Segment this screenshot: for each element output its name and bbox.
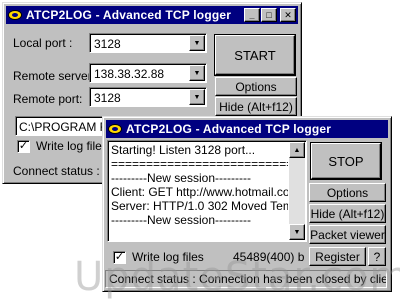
checkbox-box[interactable]: ✓ <box>17 139 30 153</box>
chevron-down-icon[interactable]: ▼ <box>189 65 205 81</box>
scroll-up-icon[interactable]: ▲ <box>289 142 305 158</box>
log-line: ---------New session--------- <box>111 171 251 185</box>
remote-port-value: 3128 <box>94 91 121 105</box>
back-write-log-checkbox[interactable]: ✓ Write log files <box>17 139 108 153</box>
chevron-down-icon[interactable]: ▼ <box>189 35 205 51</box>
window-title: ATCP2LOG - Advanced TCP logger <box>26 8 232 22</box>
connect-status-label: Connect status : <box>13 164 100 178</box>
log-scrollbar[interactable]: ▲ ▼ <box>289 142 305 240</box>
remote-port-combo[interactable]: 3128 ▼ <box>89 87 207 107</box>
log-lines: Starting! Listen 3128 port... ===========… <box>111 143 288 227</box>
scroll-down-icon[interactable]: ▼ <box>289 224 305 240</box>
maximize-button[interactable]: □ <box>261 8 277 22</box>
remote-server-label: Remote server: <box>13 69 96 83</box>
app-icon <box>108 122 122 136</box>
front-window-titlebar[interactable]: ATCP2LOG - Advanced TCP logger <box>106 120 388 138</box>
back-window-titlebar[interactable]: ATCP2LOG - Advanced TCP logger _ □ ✕ <box>6 6 298 24</box>
log-path-field[interactable]: C:\PROGRAM FI <box>15 116 107 136</box>
stop-button[interactable]: STOP <box>310 142 382 180</box>
local-port-combo[interactable]: 3128 ▼ <box>89 33 207 53</box>
packet-viewer-button[interactable]: Packet viewer <box>309 225 386 244</box>
remote-port-label: Remote port: <box>13 92 83 106</box>
remote-server-value: 138.38.32.88 <box>94 67 165 81</box>
minimize-button[interactable]: _ <box>244 8 260 22</box>
log-line: Starting! Listen 3128 port... <box>111 143 256 157</box>
back-hide-button[interactable]: Hide (Alt+f12) <box>215 97 297 116</box>
log-line: ========================== <box>111 157 288 171</box>
log-path-value: C:\PROGRAM FI <box>19 120 107 134</box>
chevron-down-icon[interactable]: ▼ <box>189 89 205 105</box>
app-icon <box>8 8 22 22</box>
close-button[interactable]: ✕ <box>280 8 296 22</box>
remote-server-combo[interactable]: 138.38.32.88 ▼ <box>89 63 207 83</box>
log-line: ---------New session--------- <box>111 213 251 227</box>
local-port-value: 3128 <box>94 37 121 51</box>
write-log-label: Write log files <box>36 139 108 153</box>
window-title: ATCP2LOG - Advanced TCP logger <box>126 122 332 136</box>
watermark-text: UpdateStar.com <box>74 254 400 300</box>
start-button[interactable]: START <box>214 34 296 76</box>
log-output[interactable]: Starting! Listen 3128 port... ===========… <box>107 140 307 242</box>
front-options-button[interactable]: Options <box>309 183 386 202</box>
log-line: Client: GET http://www.hotmail.com/ <box>111 185 288 199</box>
front-hide-button[interactable]: Hide (Alt+f12) <box>309 204 386 223</box>
back-options-button[interactable]: Options <box>215 77 297 96</box>
local-port-label: Local port : <box>13 36 73 50</box>
log-line: Server: HTTP/1.0 302 Moved Tempo <box>111 199 288 213</box>
